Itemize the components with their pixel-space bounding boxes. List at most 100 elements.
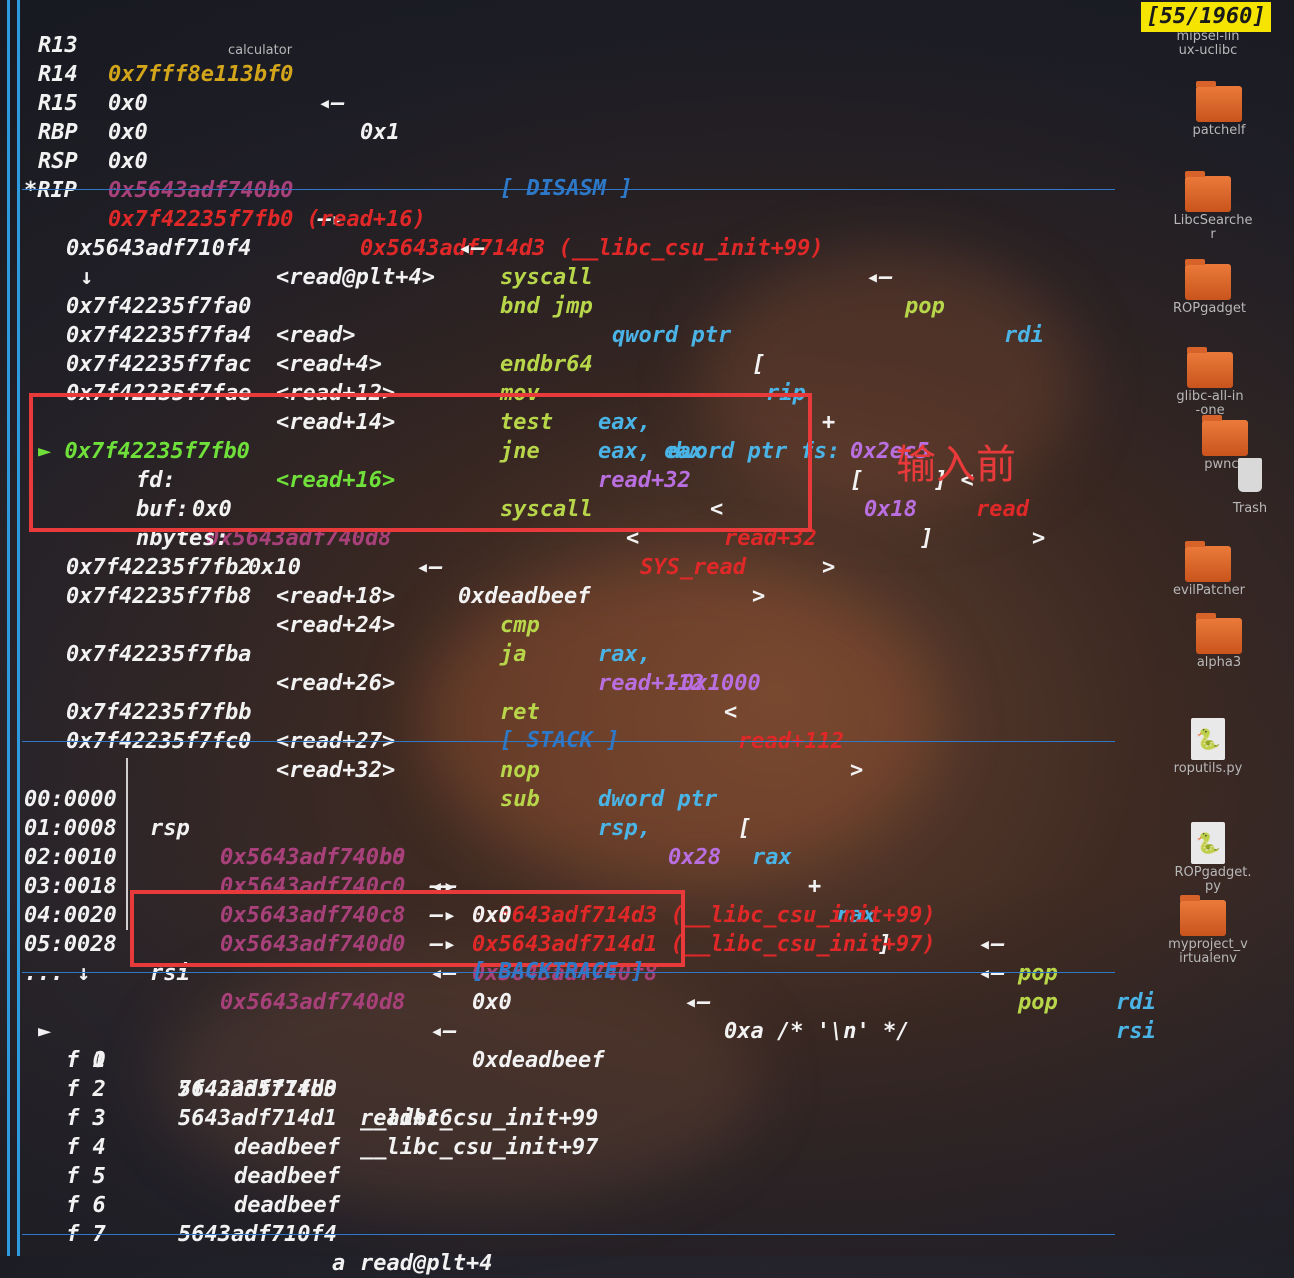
text-token: 05:0028 [24, 932, 117, 957]
desktop-icon-evilpatcher[interactable]: evilPatcher [1173, 541, 1245, 598]
desktop-icon-mipsel[interactable]: mipsel-linux-uclibc [1173, 30, 1243, 58]
desktop-icon-trash[interactable]: Trash [1226, 458, 1274, 516]
text-token: rsp, [598, 816, 651, 841]
text-token: ◂— [684, 990, 711, 1015]
text-token: pop [1018, 961, 1058, 986]
text-token: rax [752, 845, 792, 870]
text-token: read@plt+4 [360, 1251, 493, 1276]
folder-icon [1196, 81, 1242, 122]
text-token: 0x0 [108, 91, 148, 116]
text-token: > [752, 584, 766, 609]
disasm-line: 0x5643adf710f4 <read@plt+4> bnd jmp qwor… [0, 205, 1045, 551]
text-token: 0xa /* '\n' */ [724, 1019, 910, 1044]
highlight-box-syscall [29, 393, 812, 532]
text-token: > [850, 758, 864, 783]
text-token: deadbeef [234, 1135, 340, 1160]
text-token: SYS_read [640, 555, 746, 580]
text-token: > [1032, 526, 1046, 551]
text-token: <read@plt+4> [276, 265, 435, 290]
text-token: 0x7f42235f7fac [66, 352, 252, 377]
text-token: <read+26> [276, 671, 396, 696]
backtrace-frame: f 4 deadbeef [0, 1104, 340, 1189]
desktop-icon-roputils[interactable]: 🐍 roputils.py [1173, 718, 1243, 776]
desktop-icon-ropgadget[interactable]: ROPgadget [1173, 259, 1246, 316]
text-token: pop [905, 294, 945, 319]
register-r14: R14 0x0 [0, 31, 148, 116]
text-token: 0x7f42235f7fb8 [66, 584, 252, 609]
register-r13: R13 0x7fff8e113bf0 ◂— 0x1 [0, 2, 400, 145]
desktop-icon-patchelf[interactable]: patchelf [1184, 81, 1254, 138]
text-token: + [822, 410, 836, 435]
text-token: 0x7f42235f7fb0 (read+16) [108, 207, 426, 232]
text-token: 01:0008 [24, 816, 117, 841]
text-token: <read+4> [276, 352, 382, 377]
syscall-arg-nbytes: nbytes: 0x10 [0, 495, 301, 580]
register-rbp: RBP 0x0 [0, 89, 148, 174]
text-token: R13 [38, 33, 78, 58]
text-token: sub [500, 787, 540, 812]
disasm-line: 0x7f42235f7fae <read+14> jne read+32 < r… [0, 350, 835, 580]
backtrace-frame: f 2 5643adf714d1 __libc_csu_init+97 [0, 1046, 598, 1160]
syscall-arg-fd: fd: 0x0 [0, 437, 232, 522]
text-token: syscall [500, 265, 593, 290]
text-token: f 4 [66, 1135, 106, 1160]
text-token: rax, [598, 642, 651, 667]
text-token: 0xdeadbeef [472, 1048, 605, 1073]
text-token: ► [38, 1019, 52, 1044]
desktop-icon-calculator[interactable]: calculator [225, 32, 295, 58]
text-token: ja [500, 642, 527, 667]
text-token: 0x18 [864, 497, 917, 522]
text-token: pop [1018, 990, 1058, 1015]
desktop-icon-alpha3[interactable]: alpha3 [1184, 613, 1254, 670]
text-token: 0x7f42235f7fbb [66, 700, 252, 725]
text-token: 04:0020 [24, 903, 117, 928]
backtrace-frame: f 3 deadbeef [0, 1075, 340, 1160]
text-token: ◂— [978, 932, 1005, 957]
text-token: 00:0000 [24, 787, 117, 812]
text-token: RSP [38, 149, 78, 174]
text-token: ret [500, 700, 540, 725]
text-token: ◂— [458, 236, 485, 261]
stack-row: 00:0000 rsp 0x5643adf740b0 —▸ 0x5643adf7… [0, 756, 1156, 1015]
text-token: 5643adf714d1 [178, 1106, 337, 1131]
disasm-line: 0x7f42235f7fba <read+26> ret [0, 611, 540, 725]
text-token: [ [738, 816, 752, 841]
text-token: 0x7f42235f7fb2 [66, 555, 252, 580]
backtrace-frame: ► f 0 7f42235f7fb0 read+16 [0, 988, 453, 1131]
desktop-icon-ropgadget-py[interactable]: 🐍 ROPgadget.py [1173, 822, 1252, 894]
register-rip: *RIP 0x7f42235f7fb0 (read+16) ◂— syscall [0, 147, 593, 290]
text-token: <read> [276, 323, 356, 348]
text-token: 0x7f42235f7fa0 [66, 294, 252, 319]
register-rsp: RSP 0x5643adf740b0 —▸ 0x5643adf714d3 (__… [0, 118, 1044, 348]
text-token: *RIP [24, 178, 77, 203]
text-token: 0x0 [108, 149, 148, 174]
disasm-line: 0x7f42235f7fa4 <read+4> mov eax, dword p… [0, 292, 933, 551]
text-token: f 2 [66, 1077, 106, 1102]
text-token: __libc_csu_init+99 [360, 1106, 599, 1131]
trash-icon [1238, 458, 1262, 492]
text-token: read [976, 497, 1029, 522]
text-token: 0x5643adf710f4 [66, 236, 252, 261]
text-token: 03:0018 [24, 874, 117, 899]
text-token: ◂— [318, 91, 345, 116]
text-token: deadbeef [234, 1164, 340, 1189]
text-token: qword ptr [612, 323, 732, 348]
text-token: rsi [1116, 1019, 1156, 1044]
stack-more: ... ↓ [0, 930, 90, 986]
disasm-header: [ DISASM ] [500, 176, 633, 201]
desktop-icon-libcsearcher[interactable]: LibcSearcher [1173, 171, 1252, 242]
text-token: ◂— [866, 265, 893, 290]
text-token: rdi [1116, 990, 1156, 1015]
text-token: 0x5643adf714d3 (__libc_csu_init+99) [360, 236, 824, 261]
desktop-icon-myproject[interactable]: myproject_virtualenv [1168, 895, 1248, 966]
text-token: endbr64 [500, 352, 593, 377]
text-token: <read+24> [276, 613, 396, 638]
stack-row: 04:0020 0x5643adf740d0 ◂— 0x0 [0, 872, 512, 1015]
text-token: 02:0010 [24, 845, 117, 870]
disasm-line: 0x7f42235f7fac <read+12> test eax, eax [0, 321, 704, 464]
backtrace-header: [ BACKTRACE ] [472, 959, 645, 984]
stack-row: 05:0028 rsi 0x5643adf740d8 ◂— 0xdeadbeef [0, 901, 604, 1073]
text-token: 0x0 [472, 990, 512, 1015]
desktop-icon-glibc[interactable]: glibc-all-in-one [1175, 347, 1245, 418]
stack-row: 03:0018 0x5643adf740c8 —▸ 0x5643adf740f8… [0, 843, 909, 1044]
